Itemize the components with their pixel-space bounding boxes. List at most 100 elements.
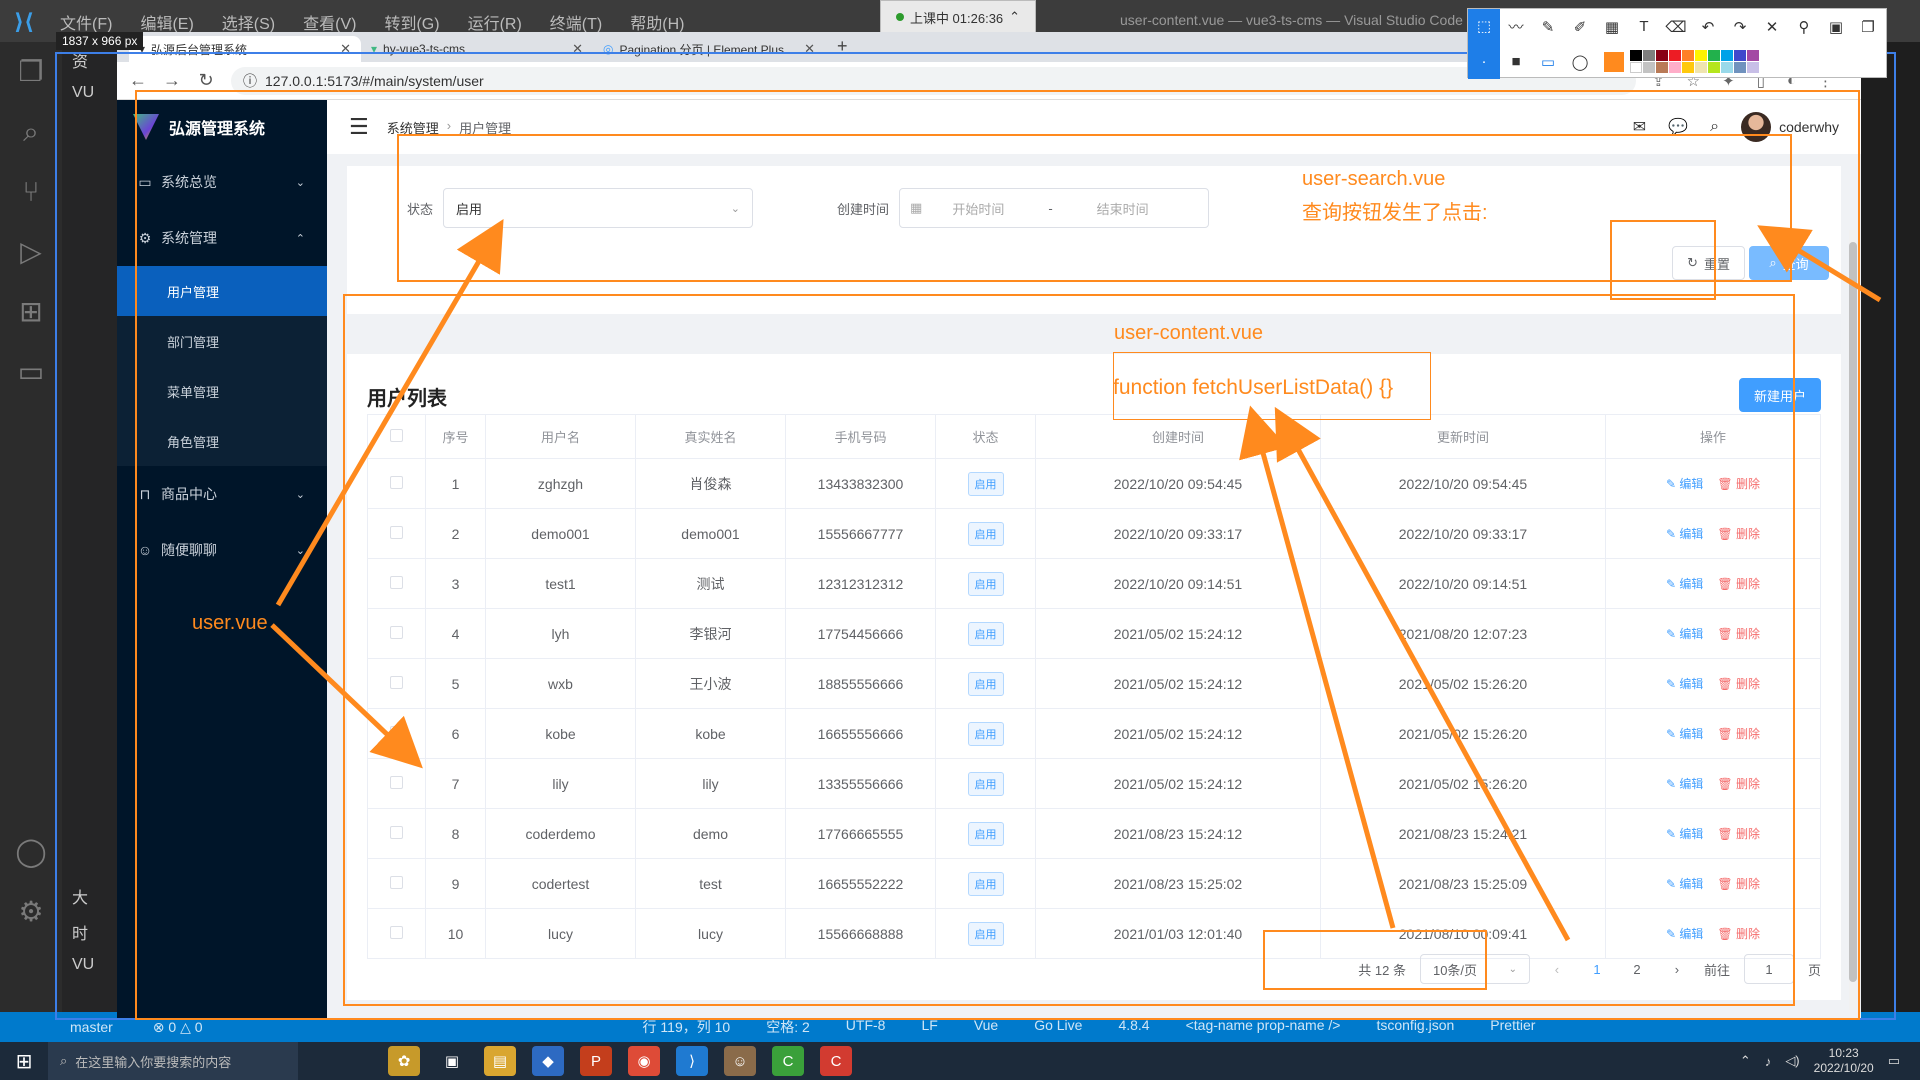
delete-button[interactable]: 🗑 删除	[1717, 675, 1760, 692]
back-arrow-icon[interactable]: ←	[129, 70, 147, 91]
browser-tab[interactable]: ▾ 弘源后台管理系统 ✕	[129, 36, 361, 62]
chrome-icon[interactable]: ◉	[628, 1046, 660, 1076]
explorer-item[interactable]: VU	[62, 950, 118, 980]
status-errors[interactable]: ⊗ 0 △ 0	[153, 1019, 203, 1036]
menu-fold-icon[interactable]: ☰	[349, 114, 369, 140]
delete-button[interactable]: 🗑 删除	[1717, 475, 1760, 492]
menu-goto[interactable]: 转到(G)	[384, 10, 439, 34]
date-range-picker[interactable]: ▦ 开始时间 - 结束时间	[899, 188, 1210, 228]
delete-button[interactable]: 🗑 删除	[1717, 725, 1760, 742]
windows-start-icon[interactable]: ⊞	[0, 1049, 48, 1074]
run-debug-icon[interactable]: ▷	[0, 222, 62, 282]
explorer-item[interactable]: 资	[62, 42, 118, 78]
sidebar-item-system[interactable]: ⚙ 系统管理 ⌃	[117, 210, 327, 266]
row-select[interactable]	[367, 558, 426, 609]
status-spaces[interactable]: 空格: 2	[766, 1017, 810, 1037]
page-number[interactable]: 1	[1584, 955, 1610, 983]
row-checkbox[interactable]	[390, 875, 403, 889]
select-all-checkbox[interactable]	[390, 428, 403, 442]
row-select[interactable]	[367, 458, 426, 509]
green-app-icon[interactable]: C	[772, 1046, 804, 1076]
close-icon[interactable]: ✕	[572, 41, 583, 57]
row-checkbox[interactable]	[390, 675, 403, 689]
status-tsconfig[interactable]: tsconfig.json	[1376, 1017, 1454, 1037]
edit-button[interactable]: ✎ 编辑	[1666, 875, 1703, 892]
row-select[interactable]	[367, 908, 426, 959]
source-control-icon[interactable]: ⑂	[0, 162, 62, 222]
status-position[interactable]: 行 119，列 10	[643, 1017, 731, 1037]
scrollbar[interactable]	[1849, 230, 1857, 1010]
sloth-app-icon[interactable]: ✿	[388, 1046, 420, 1076]
microphone-icon[interactable]: ♪	[1765, 1054, 1772, 1069]
profile-icon[interactable]: ◐	[1787, 72, 1796, 90]
sidebar-item-menus[interactable]: 菜单管理	[117, 366, 327, 416]
powerpoint-icon[interactable]: P	[580, 1046, 612, 1076]
row-select[interactable]	[367, 858, 426, 909]
status-version[interactable]: 4.8.4	[1118, 1017, 1149, 1037]
taskbar-clock[interactable]: 10:23 2022/10/20	[1814, 1046, 1874, 1076]
status-golive[interactable]: Go Live	[1034, 1017, 1082, 1037]
row-checkbox[interactable]	[390, 775, 403, 789]
close-icon[interactable]: ✕	[340, 41, 351, 57]
status-encoding[interactable]: UTF-8	[846, 1017, 886, 1037]
row-checkbox[interactable]	[390, 475, 403, 489]
file-explorer-icon[interactable]: ▤	[484, 1046, 516, 1076]
avatar-app-icon[interactable]: ☺	[724, 1046, 756, 1076]
mail-icon[interactable]: ✉	[1633, 117, 1646, 137]
chevron-up-icon[interactable]: ⌃	[1740, 1053, 1751, 1069]
edit-button[interactable]: ✎ 编辑	[1666, 625, 1703, 642]
page-size-select[interactable]: 10条/页 ⌄	[1419, 954, 1530, 984]
delete-button[interactable]: 🗑 删除	[1717, 825, 1760, 842]
vscode-taskbar-icon[interactable]: ⟩	[676, 1046, 708, 1076]
new-tab-button[interactable]: +	[825, 36, 860, 62]
delete-button[interactable]: 🗑 删除	[1717, 925, 1760, 942]
edit-button[interactable]: ✎ 编辑	[1666, 775, 1703, 792]
extensions-icon[interactable]: ⊞	[0, 282, 62, 342]
new-user-button[interactable]: 新建用户	[1738, 378, 1821, 412]
menu-terminal[interactable]: 终端(T)	[550, 10, 602, 34]
status-tag[interactable]: <tag-name prop-name />	[1186, 1017, 1341, 1037]
end-date-input[interactable]: 结束时间	[1097, 199, 1149, 218]
reset-button[interactable]: ↻ 重置	[1672, 246, 1745, 280]
delete-button[interactable]: 🗑 删除	[1717, 575, 1760, 592]
files-icon[interactable]: ❐	[0, 42, 62, 102]
sidebar-item-departments[interactable]: 部门管理	[117, 316, 327, 366]
url-field[interactable]: ⓘ 127.0.0.1:5173/#/main/system/user	[231, 66, 1637, 95]
info-icon[interactable]: ⓘ	[243, 71, 257, 91]
explorer-item[interactable]: VU	[62, 78, 118, 108]
menu-edit[interactable]: 编辑(E)	[140, 10, 193, 34]
notification-icon[interactable]: ▭	[1888, 1053, 1900, 1069]
status-prettier[interactable]: Prettier	[1490, 1017, 1535, 1037]
status-language[interactable]: Vue	[974, 1017, 998, 1037]
row-checkbox[interactable]	[390, 725, 403, 739]
forward-arrow-icon[interactable]: →	[163, 70, 181, 91]
volume-icon[interactable]: ◁)	[1785, 1053, 1799, 1069]
edit-button[interactable]: ✎ 编辑	[1666, 525, 1703, 542]
settings-gear-icon[interactable]: ⚙	[0, 882, 62, 942]
share-icon[interactable]: ⇪	[1652, 72, 1665, 90]
delete-button[interactable]: 🗑 删除	[1717, 625, 1760, 642]
jump-page-input[interactable]: 1	[1743, 954, 1794, 984]
edit-button[interactable]: ✎ 编辑	[1666, 825, 1703, 842]
row-checkbox[interactable]	[390, 525, 403, 539]
row-select[interactable]	[367, 708, 426, 759]
message-icon[interactable]: 💬	[1668, 117, 1688, 137]
edit-button[interactable]: ✎ 编辑	[1666, 575, 1703, 592]
close-icon[interactable]: ✕	[804, 41, 815, 57]
row-select[interactable]	[367, 758, 426, 809]
status-eol[interactable]: LF	[921, 1017, 937, 1037]
red-app-icon[interactable]: C	[820, 1046, 852, 1076]
query-button[interactable]: ⌕ 查询	[1749, 246, 1829, 280]
delete-button[interactable]: 🗑 删除	[1717, 525, 1760, 542]
user-menu[interactable]: coderwhy	[1741, 112, 1839, 142]
edit-button[interactable]: ✎ 编辑	[1666, 925, 1703, 942]
row-select[interactable]	[367, 808, 426, 859]
delete-button[interactable]: 🗑 删除	[1717, 775, 1760, 792]
explorer-item[interactable]: 时	[62, 914, 118, 950]
sidebar-item-users[interactable]: 用户管理	[117, 266, 327, 316]
row-checkbox[interactable]	[390, 825, 403, 839]
row-checkbox[interactable]	[390, 925, 403, 939]
reload-icon[interactable]: ↻	[197, 70, 215, 91]
menu-view[interactable]: 查看(V)	[303, 10, 356, 34]
menu-file[interactable]: 文件(F)	[60, 10, 112, 34]
